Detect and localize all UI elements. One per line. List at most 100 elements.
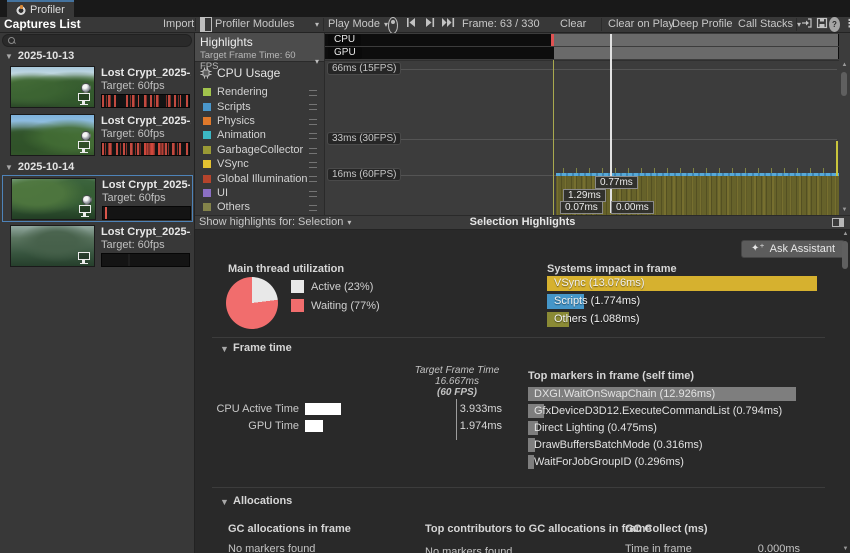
legend-color-swatch: [203, 116, 211, 125]
import-button[interactable]: Import: [163, 17, 194, 32]
legend-item[interactable]: GarbageCollector: [195, 143, 323, 157]
system-impact-label: Others (1.088ms): [554, 313, 640, 325]
frame-time-bar-track: [305, 419, 456, 432]
capture-activity-strip: [101, 142, 190, 156]
save-profile-icon[interactable]: [816, 17, 828, 32]
play-mode-label: Play Mode: [328, 18, 380, 30]
profiler-tab-icon: [16, 4, 26, 15]
top-marker-row[interactable]: DXGI.WaitOnSwapChain (12.926ms): [528, 387, 796, 401]
display-icon: [78, 141, 90, 153]
module-highlights[interactable]: Highlights Target Frame Time: 60 FPS ▾: [195, 33, 324, 72]
scroll-up-icon[interactable]: ▲: [840, 62, 849, 68]
legend-item[interactable]: Global Illumination: [195, 171, 323, 185]
chevron-down-icon: ▾: [314, 20, 319, 29]
cpu-chart[interactable]: CPU GPU 66ms (15FPS) 33ms (30FPS) 16ms (…: [325, 33, 850, 215]
capture-group-header[interactable]: ▼ 2025-10-13: [0, 49, 195, 63]
ask-assistant-button[interactable]: ✦⁺ Ask Assistant: [741, 240, 846, 258]
legend-item[interactable]: UI: [195, 186, 323, 200]
legend-label: Others: [217, 201, 251, 214]
record-icon[interactable]: [388, 17, 398, 34]
clear-on-play-button[interactable]: Clear on Play: [608, 17, 674, 32]
capture-item[interactable]: Lost Crypt_2025-10...Target: 60fps: [2, 175, 193, 222]
capture-group-date: 2025-10-14: [17, 161, 75, 173]
legend-label: Animation: [217, 129, 266, 142]
main-thread-pie-chart: [226, 277, 278, 329]
tab-bar: Profiler: [0, 0, 850, 17]
capture-title: Lost Crypt_2025-10...: [101, 67, 191, 79]
top-marker-row[interactable]: WaitForJobGroupID (0.296ms): [528, 455, 796, 469]
legend-item[interactable]: Rendering: [195, 85, 323, 99]
previous-frame-icon[interactable]: [405, 17, 418, 32]
top-marker-label: DrawBuffersBatchMode (0.316ms): [534, 439, 703, 451]
search-input[interactable]: [19, 35, 186, 46]
panel-split-icon[interactable]: [200, 17, 212, 32]
legend-item[interactable]: Animation: [195, 128, 323, 142]
legend-color-swatch: [203, 131, 211, 140]
capture-thumbnail: [10, 66, 95, 108]
frame-counter: Frame: 63 / 330: [462, 18, 540, 30]
gpu-mini-strip[interactable]: GPU: [325, 47, 839, 59]
top-marker-row[interactable]: GfxDeviceD3D12.ExecuteCommandList (0.794…: [528, 404, 796, 418]
modules-panel: Highlights Target Frame Time: 60 FPS ▾ C…: [195, 33, 325, 215]
search-box[interactable]: [2, 34, 192, 47]
capture-title: Lost Crypt_2025-10...: [102, 179, 190, 191]
scroll-down-icon[interactable]: ▼: [841, 546, 850, 552]
play-mode-dropdown[interactable]: Play Mode ▾: [328, 17, 388, 32]
target-label: Target Frame Time: [414, 365, 500, 376]
frame-time-bar-track: [305, 402, 456, 415]
clear-button[interactable]: Clear: [560, 17, 586, 32]
highlights-subheader: Show highlights for: Selection ▾ Selecti…: [195, 215, 850, 230]
capture-item[interactable]: Lost Crypt_2025-10...Target: 60fps: [2, 223, 193, 270]
selected-frame-line[interactable]: [553, 60, 554, 215]
capture-activity-strip: [101, 94, 190, 108]
capture-item[interactable]: Lost Crypt_2025-10...Target: 60fps: [2, 64, 193, 111]
toolbar-separator: [601, 18, 602, 31]
frame-time-bar: [305, 402, 341, 415]
legend-color-swatch: [203, 88, 211, 97]
profiler-modules-label: Profiler Modules: [215, 18, 295, 30]
top-marker-row[interactable]: Direct Lighting (0.475ms): [528, 421, 796, 435]
legend-item[interactable]: Physics: [195, 114, 323, 128]
gridline-label-33ms: 33ms (30FPS): [327, 132, 402, 145]
display-icon: [79, 205, 91, 217]
ball-icon: [81, 131, 91, 141]
allocations-heading: Allocations: [233, 495, 293, 507]
profiler-modules-dropdown[interactable]: Profiler Modules ▾: [215, 17, 319, 32]
deep-profile-button[interactable]: Deep Profile: [672, 17, 733, 32]
capture-group-header[interactable]: ▼ 2025-10-14: [0, 160, 195, 174]
pie-legend-active: Active (23%): [311, 281, 374, 293]
details-scrollbar[interactable]: ▲ ▼: [841, 231, 850, 552]
legend-item[interactable]: Scripts: [195, 99, 323, 113]
frame-time-foldout-icon[interactable]: ▼: [220, 344, 229, 354]
call-stacks-dropdown[interactable]: Call Stacks ▾: [738, 17, 801, 32]
legend-color-swatch: [203, 188, 211, 197]
capture-item[interactable]: Lost Crypt_2025-10...Target: 60fps: [2, 112, 193, 159]
capture-thumbnail: [11, 178, 96, 220]
cpu-strip-data: [554, 34, 838, 46]
scrollbar-thumb[interactable]: [842, 241, 848, 269]
ball-icon: [81, 83, 91, 93]
scroll-up-icon[interactable]: ▲: [841, 231, 850, 237]
kebab-menu-icon[interactable]: ⋮: [844, 17, 850, 32]
drag-handle-icon: [309, 104, 317, 111]
legend-color-swatch: [203, 203, 211, 212]
legend-item[interactable]: VSync: [195, 157, 323, 171]
top-marker-label: WaitForJobGroupID (0.296ms): [534, 456, 684, 468]
cpu-mini-strip[interactable]: CPU: [325, 34, 839, 46]
frame-time-label: CPU Active Time: [216, 402, 299, 415]
allocations-foldout-icon[interactable]: ▼: [220, 497, 229, 507]
last-frame-icon[interactable]: [441, 17, 455, 32]
top-marker-row[interactable]: DrawBuffersBatchMode (0.316ms): [528, 438, 796, 452]
scroll-down-icon[interactable]: ▼: [840, 207, 849, 213]
scrollbar-thumb[interactable]: [841, 72, 847, 96]
panel-toggle-icon[interactable]: [832, 218, 844, 227]
legend-item[interactable]: Others: [195, 200, 323, 214]
ball-icon: [82, 195, 92, 205]
load-profile-icon[interactable]: [801, 17, 813, 32]
chart-value-tooltip: 0.77ms: [595, 176, 638, 189]
help-icon[interactable]: ?: [829, 17, 840, 32]
frame-time-value: 3.933ms: [459, 402, 502, 415]
next-frame-icon[interactable]: [423, 17, 436, 32]
chart-scrollbar[interactable]: ▲ ▼: [840, 62, 849, 213]
tab-profiler[interactable]: Profiler: [7, 0, 74, 17]
